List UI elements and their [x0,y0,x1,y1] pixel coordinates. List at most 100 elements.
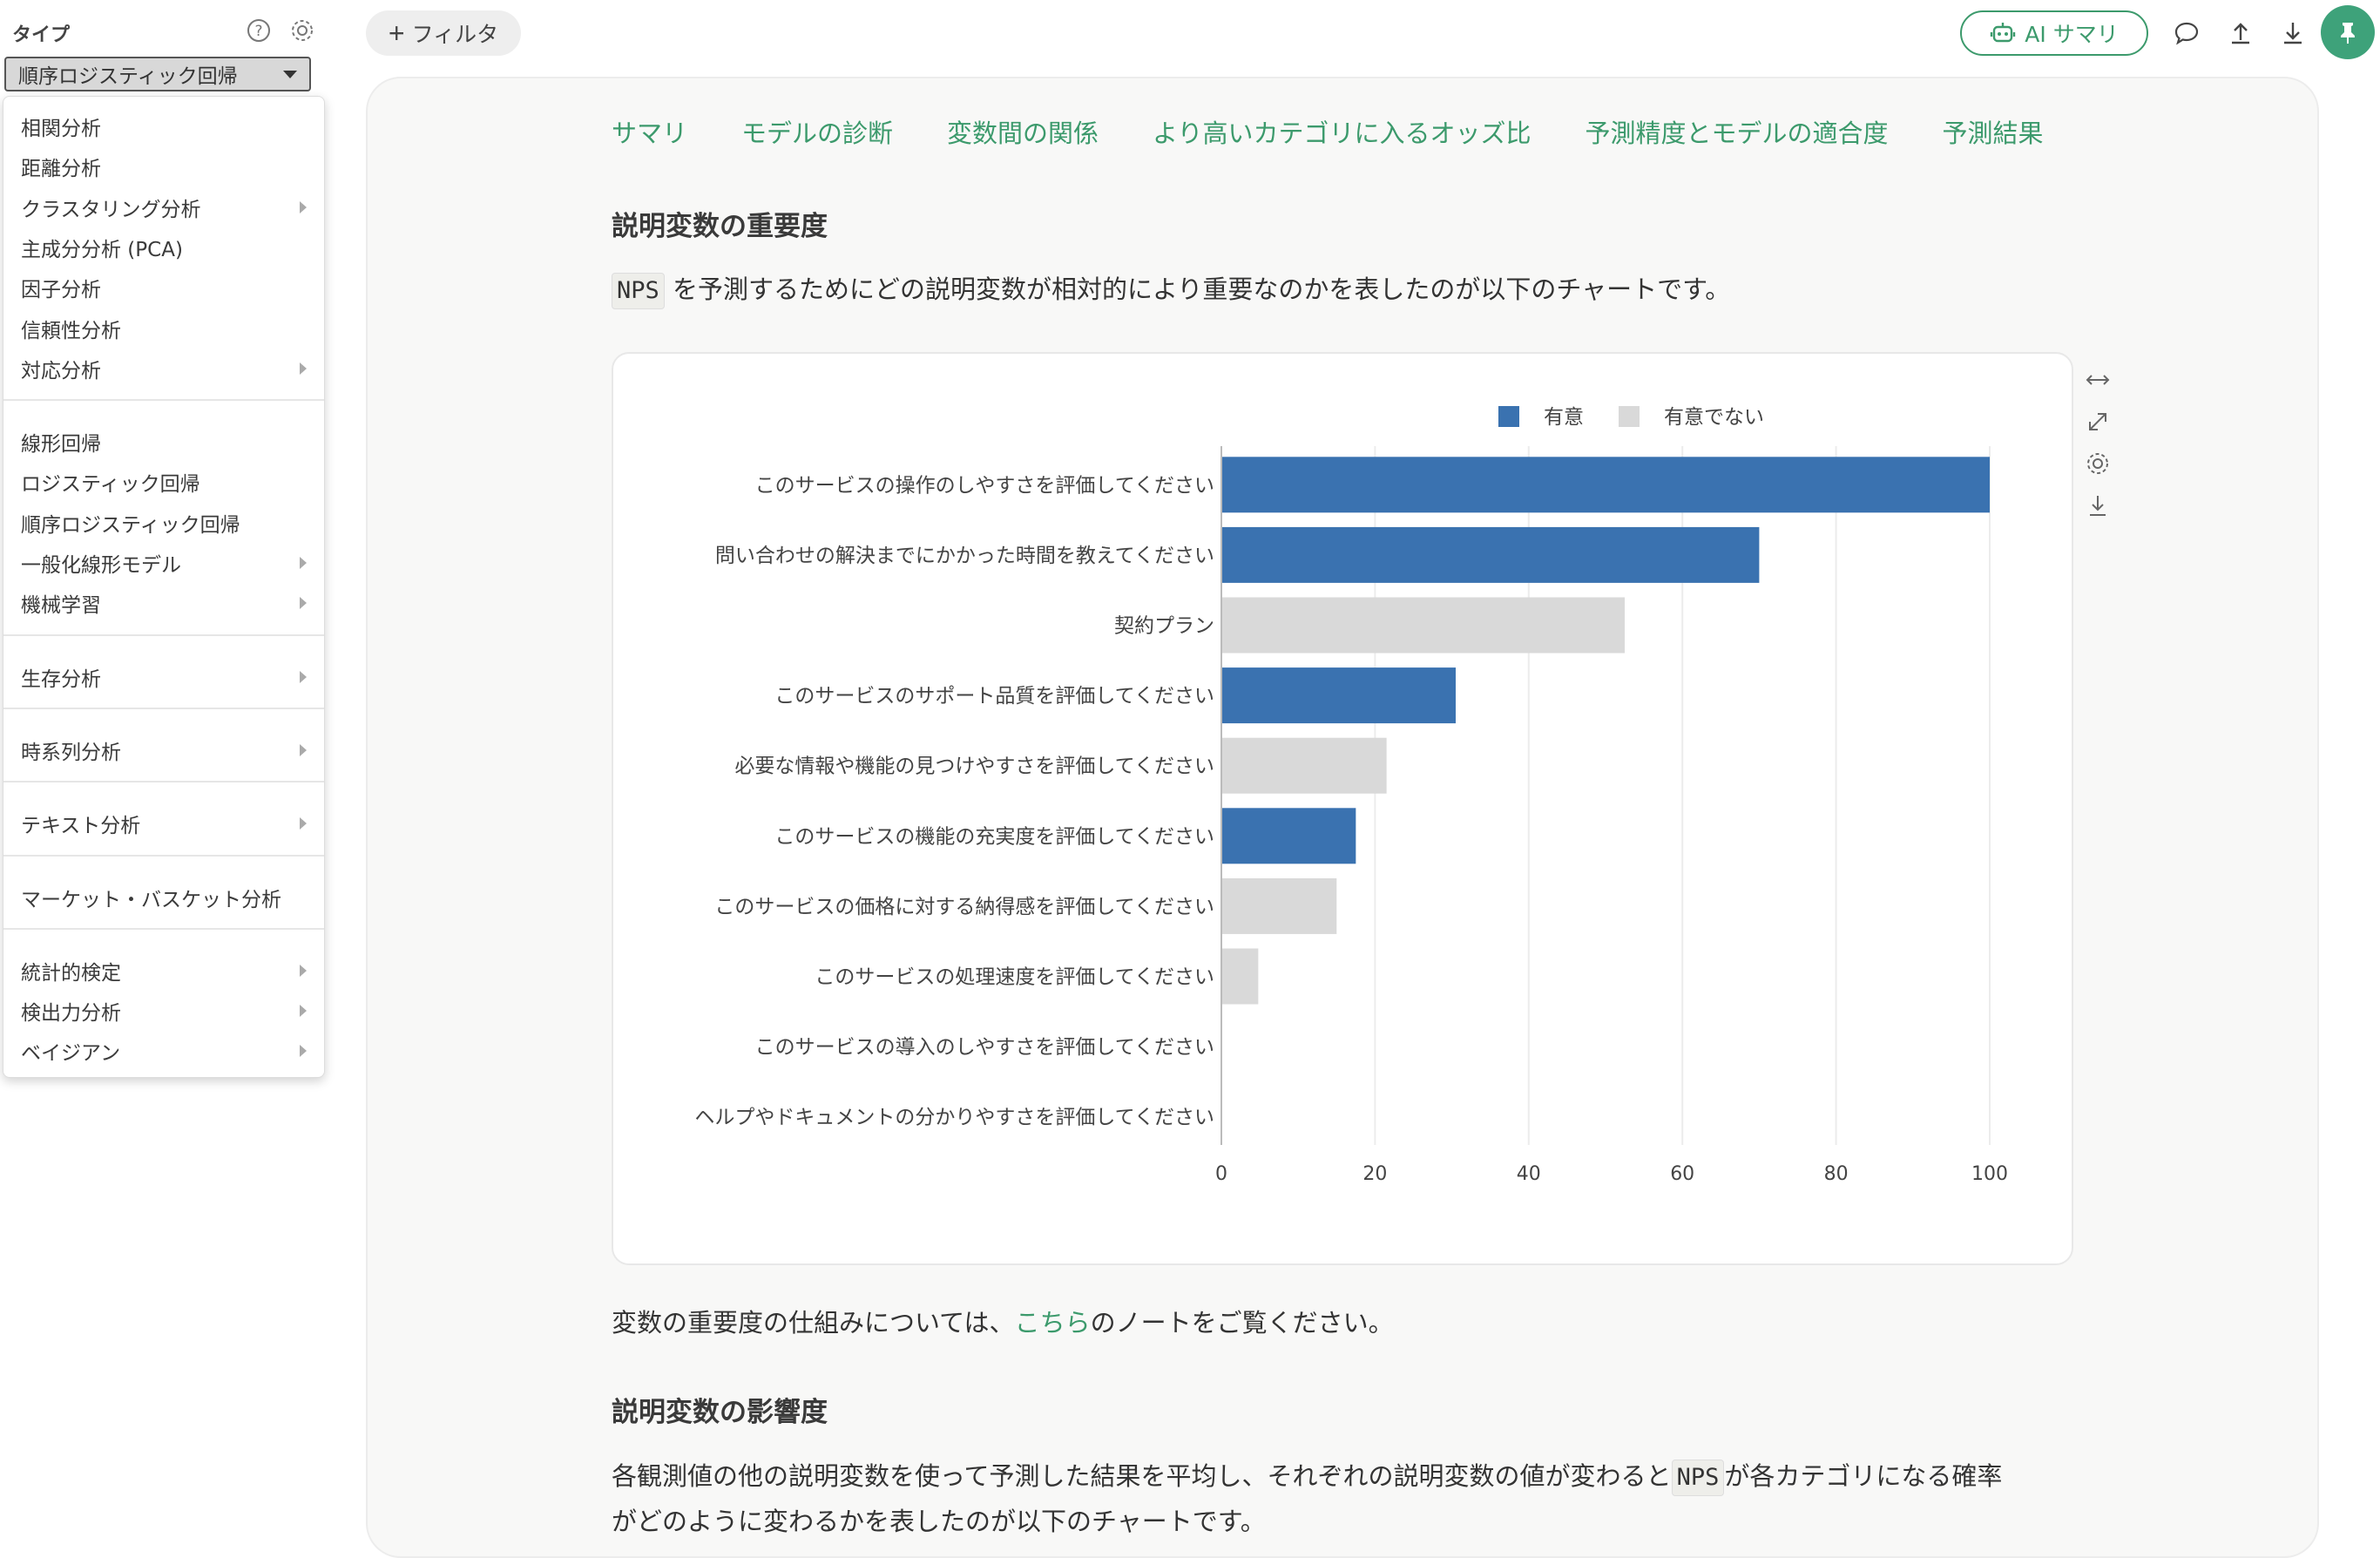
add-filter-button[interactable]: + フィルタ [366,10,521,56]
report-tabs: サマリ モデルの診断 変数間の関係 より高いカテゴリに入るオッズ比 予測精度とモデルの適… [612,113,2075,152]
menu-divider [3,927,324,930]
menu-item[interactable]: マーケット・バスケット分析 [3,878,324,917]
menu-item-label: ロジスティック回帰 [21,473,200,497]
category-label: ヘルプやドキュメントの分かりやすさを評価してください [694,1107,1214,1129]
menu-divider [3,781,324,783]
tab-item[interactable]: 変数間の関係 [947,113,1099,150]
importance-description-text: を予測するためにどの説明変数が相対的により重要なのかを表したのが以下のチャートで… [673,274,1731,304]
left-panel: タイプ ? 順序ロジスティック回帰 相関分析距離分析クラスタリング分析 主成分分析… [0,0,331,1544]
comment-icon[interactable] [2173,19,2201,47]
menu-item[interactable]: 時系列分析 [3,731,324,769]
menu-item-label: 対応分析 [21,359,101,383]
chevron-down-icon [283,70,297,78]
menu-item[interactable]: ロジスティック回帰 [3,463,324,501]
pin-button[interactable] [2321,5,2375,59]
effect-text-after: が各カテゴリになる確率 [1724,1461,2003,1491]
menu-item-label: 時系列分析 [21,741,121,764]
menu-item[interactable]: 一般化線形モデル [3,544,324,582]
bar [1222,667,1457,724]
menu-item[interactable]: 因子分析 [3,268,324,307]
target-variable-chip: NPS [612,273,665,309]
menu-item[interactable]: 信頼性分析 [3,309,324,348]
x-tick-label: 100 [1971,1163,2008,1185]
effect-text-before: 各観測値の他の説明変数を使って予測した結果を平均し、それぞれの説明変数の値が変わ… [612,1461,1672,1491]
menu-item-label: 順序ロジスティック回帰 [21,513,240,537]
svg-text:?: ? [254,23,262,40]
ai-summary-button[interactable]: AI サマリ [1960,10,2148,56]
note-link[interactable]: こちら [1015,1308,1091,1338]
upload-icon[interactable] [2227,19,2255,47]
chevron-right-icon [300,1045,307,1058]
chevron-right-icon [300,670,307,683]
importance-chart: 0 20 40 60 80 100 このサービスの操作のしやすさを評価してください 問い合わせ… [612,352,2073,1265]
menu-item[interactable]: 機械学習 [3,584,324,622]
gear-icon[interactable] [289,17,315,44]
expand-icon[interactable] [2084,408,2112,436]
bar [1222,597,1626,654]
type-label: タイプ [12,24,71,46]
menu-item-label: マーケット・バスケット分析 [21,888,281,911]
menu-item-label: 距離分析 [21,158,101,181]
menu-item-label: 機械学習 [21,594,101,618]
tab-item[interactable]: 予測結果 [1942,113,2043,150]
download-icon[interactable] [2279,19,2307,47]
bar [1222,526,1760,583]
menu-divider [3,707,324,709]
menu-divider [3,399,324,402]
x-tick-label: 60 [1670,1163,1694,1185]
menu-item[interactable]: 線形回帰 [3,423,324,461]
importance-note: 変数の重要度の仕組みについては、こちらのノートをご覧ください。 [612,1300,1394,1345]
menu-item[interactable]: 相関分析 [3,107,324,146]
chevron-right-icon [300,743,307,756]
menu-item[interactable]: 主成分分析 (PCA) [3,228,324,267]
category-label: 必要な情報や機能の見つけやすさを評価してください [734,755,1214,778]
x-tick-label: 40 [1517,1163,1541,1185]
chart-settings-icon[interactable] [2084,450,2112,478]
category-label: このサービスのサポート品質を評価してください [774,685,1214,708]
chevron-right-icon [300,200,307,213]
menu-item[interactable]: ベイジアン [3,1032,324,1070]
menu-item-label: 統計的検定 [21,961,121,985]
menu-item-label: 検出力分析 [21,1002,121,1026]
robot-icon [1991,23,2016,43]
tab-item[interactable]: 予測精度とモデルの適合度 [1585,113,1888,150]
menu-item-label: 一般化線形モデル [21,554,181,577]
menu-item[interactable]: 統計的検定 [3,952,324,990]
effect-text-line2: がどのように変わるかを表したのが以下のチャートです。 [612,1507,1266,1536]
menu-item[interactable]: 対応分析 [3,349,324,388]
category-label: 問い合わせの解決までにかかった時間を教えてください [715,545,1214,567]
chevron-right-icon [300,1005,307,1018]
note-text-after: のノートをご覧ください。 [1090,1308,1394,1338]
menu-item[interactable]: クラスタリング分析 [3,188,324,227]
analysis-type-dropdown: 相関分析距離分析クラスタリング分析 主成分分析 (PCA) 因子分析信頼性分析対応分… [3,96,325,1078]
chevron-right-icon [300,557,307,569]
effect-description: 各観測値の他の説明変数を使って予測した結果を平均し、それぞれの説明変数の値が変わ… [612,1453,2002,1544]
section-title-importance: 説明変数の重要度 [612,211,828,242]
category-label: このサービスの導入のしやすさを評価してください [755,1036,1214,1059]
menu-item[interactable]: 検出力分析 [3,992,324,1030]
horizontal-resize-icon[interactable] [2084,366,2112,394]
legend-label-not-significant: 有意でない [1664,406,1764,429]
chevron-right-icon [300,597,307,610]
pin-icon [2341,23,2355,44]
filter-label: フィルタ [411,23,499,47]
menu-item-label: 生存分析 [21,667,101,691]
menu-item[interactable]: 順序ロジスティック回帰 [3,504,324,542]
menu-item-label: 因子分析 [21,279,101,302]
menu-item[interactable]: 生存分析 [3,658,324,696]
menu-item-label: ベイジアン [21,1042,121,1066]
category-label: このサービスの操作のしやすさを評価してください [755,474,1214,497]
bar [1222,948,1259,1005]
note-text-before: 変数の重要度の仕組みについては、 [612,1308,1015,1338]
chevron-right-icon [300,964,307,977]
chart-download-icon[interactable] [2084,491,2112,519]
menu-item[interactable]: テキスト分析 [3,804,324,843]
legend-swatch-not-significant [1619,406,1640,427]
tab-item[interactable]: サマリ [612,113,687,150]
tab-item[interactable]: より高いカテゴリに入るオッズ比 [1153,113,1531,150]
help-icon[interactable]: ? [246,17,272,44]
type-select[interactable]: 順序ロジスティック回帰 [4,57,311,91]
ai-summary-label: AI サマリ [2025,22,2119,47]
menu-item[interactable]: 距離分析 [3,147,324,186]
tab-item[interactable]: モデルの診断 [741,113,893,150]
